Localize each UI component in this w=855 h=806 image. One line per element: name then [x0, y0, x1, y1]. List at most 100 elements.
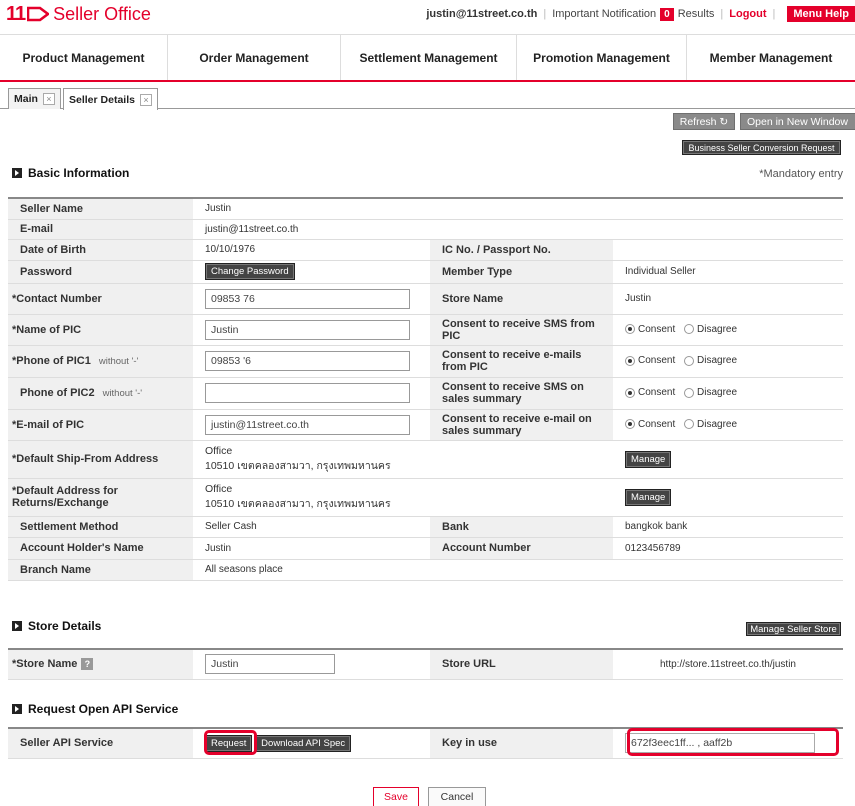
member-type-label: Member Type	[430, 260, 613, 284]
store-name-input[interactable]: Justin	[205, 654, 335, 675]
save-button[interactable]: Save	[373, 787, 419, 806]
tab-bar: Main × Seller Details ×	[0, 88, 855, 110]
seller-office-logo[interactable]: 11 Seller Office	[6, 4, 151, 24]
nav-product-management[interactable]: Product Management	[0, 35, 168, 80]
notification-count-badge[interactable]: 0	[660, 7, 674, 21]
contact-number-input[interactable]: 09853 76	[205, 288, 410, 309]
ship-address-line1: Office	[205, 445, 233, 457]
key-in-use-label: Key in use	[430, 728, 613, 759]
disagree-radio[interactable]	[684, 355, 695, 366]
disagree-radio[interactable]	[684, 419, 695, 430]
pic-email-label: *E-mail of PIC	[8, 409, 193, 441]
refresh-button[interactable]: Refresh ↻	[673, 113, 735, 130]
table-row: *Phone of PIC1 without '-' 09853 '6 Conse…	[8, 345, 843, 378]
seller-name-label: Seller Name	[8, 198, 193, 220]
ship-address-line2: 10510 เขตคลองสามวา, กรุงเทพมหานคร	[205, 460, 391, 472]
important-notification-link[interactable]: Important Notification	[552, 8, 656, 20]
member-type-value: Individual Seller	[613, 260, 843, 284]
store-url-label: Store URL	[430, 649, 613, 680]
ship-address-value: Office 10510 เขตคลองสามวา, กรุงเทพมหานคร	[193, 440, 613, 479]
bank-label: Bank	[430, 516, 613, 538]
consent-label: Consent	[638, 418, 676, 430]
logo-text: Seller Office	[53, 4, 151, 24]
table-row: Password Change Password Member Type Ind…	[8, 260, 843, 284]
manage-seller-store-button[interactable]: Manage Seller Store	[746, 622, 841, 636]
logo-arrow-icon	[27, 6, 50, 22]
sms-pic-consent-label: Consent to receive SMS from PIC	[430, 314, 613, 346]
pic-email-input[interactable]: justin@11street.co.th	[205, 414, 410, 435]
return-address-line2: 10510 เขตคลองสามวา, กรุงเทพมหานคร	[205, 498, 391, 510]
store-name-label: Store Name	[430, 283, 613, 315]
password-label: Password	[8, 260, 193, 284]
open-api-heading: Request Open API Service	[12, 702, 178, 716]
menu-help-button[interactable]: Menu Help	[787, 6, 855, 22]
close-tab-icon[interactable]: ×	[139, 93, 152, 106]
table-row: Phone of PIC2 without '-' Consent to rece…	[8, 377, 843, 410]
manage-return-address-button[interactable]: Manage	[625, 488, 672, 506]
disagree-radio[interactable]	[684, 324, 695, 335]
business-seller-conversion-button[interactable]: Business Seller Conversion Request	[682, 140, 841, 155]
tab-seller-details[interactable]: Seller Details ×	[63, 88, 158, 110]
disagree-radio[interactable]	[684, 387, 695, 398]
nav-member-management[interactable]: Member Management	[687, 35, 855, 80]
cancel-button[interactable]: Cancel	[428, 787, 486, 806]
ic-passport-value	[613, 239, 843, 261]
consent-radio[interactable]	[625, 419, 635, 430]
mandatory-note: *Mandatory entry	[759, 168, 843, 180]
divider: |	[543, 8, 547, 20]
key-highlight-box	[627, 728, 839, 756]
account-holder-value: Justin	[193, 537, 430, 560]
email-label: E-mail	[8, 219, 193, 240]
pic-phone2-label-text: Phone of PIC2	[20, 387, 95, 399]
return-address-line1: Office	[205, 483, 233, 495]
section-title-text: Store Details	[28, 619, 102, 633]
consent-radio[interactable]	[625, 324, 635, 335]
change-password-button[interactable]: Change Password	[205, 263, 295, 280]
branch-name-value: All seasons place	[193, 559, 843, 581]
store-url-value: http://store.11street.co.th/justin	[613, 649, 843, 680]
dob-value: 10/10/1976	[193, 239, 430, 261]
help-icon[interactable]: ?	[81, 658, 94, 671]
open-new-window-button[interactable]: Open in New Window	[740, 113, 855, 130]
section-bullet-icon	[12, 168, 22, 178]
bank-value: bangkok bank	[613, 516, 843, 538]
pic-phone2-input[interactable]	[205, 383, 410, 403]
table-row: *Name of PIC Justin Consent to receive S…	[8, 314, 843, 346]
consent-radio[interactable]	[625, 387, 635, 398]
table-row: *E-mail of PIC justin@11street.co.th Con…	[8, 409, 843, 441]
close-tab-icon[interactable]: ×	[42, 93, 55, 105]
store-details-table: *Store Name? Justin Store URL http://sto…	[8, 648, 843, 680]
settlement-method-value: Seller Cash	[193, 516, 430, 538]
divider: |	[720, 8, 724, 20]
section-title-text: Basic Information	[28, 166, 130, 180]
pic-phone1-input[interactable]: 09853 '6	[205, 351, 410, 371]
consent-label: Consent	[638, 387, 676, 399]
table-row: Branch Name All seasons place	[8, 559, 843, 581]
tab-main[interactable]: Main ×	[8, 88, 61, 109]
logout-link[interactable]: Logout	[729, 8, 766, 20]
account-number-label: Account Number	[430, 537, 613, 560]
email-value: justin@11street.co.th	[193, 219, 843, 240]
nav-order-management[interactable]: Order Management	[168, 35, 341, 80]
ship-address-label: *Default Ship-From Address	[8, 440, 193, 479]
main-nav: Product Management Order Management Sett…	[0, 34, 855, 82]
disagree-label: Disagree	[697, 418, 738, 430]
settlement-method-label: Settlement Method	[8, 516, 193, 538]
consent-label: Consent	[638, 323, 676, 335]
nav-promotion-management[interactable]: Promotion Management	[517, 35, 687, 80]
download-api-spec-button[interactable]: Download API Spec	[255, 734, 352, 752]
nav-settlement-management[interactable]: Settlement Management	[341, 35, 517, 80]
seller-api-service-label: Seller API Service	[8, 728, 193, 759]
sms-sales-consent-label: Consent to receive SMS on sales summary	[430, 377, 613, 410]
ic-passport-label: IC No. / Passport No.	[430, 239, 613, 261]
consent-radio[interactable]	[625, 355, 635, 366]
request-highlight-box	[204, 730, 257, 755]
pic-name-input[interactable]: Justin	[205, 319, 410, 340]
store-name-value: Justin	[613, 283, 843, 315]
results-link[interactable]: Results	[678, 8, 715, 20]
return-address-value: Office 10510 เขตคลองสามวา, กรุงเทพมหานคร	[193, 478, 613, 517]
account-number-value: 0123456789	[613, 537, 843, 560]
manage-ship-address-button[interactable]: Manage	[625, 450, 672, 468]
disagree-label: Disagree	[697, 355, 738, 367]
email-sales-consent-label: Consent to receive e-mail on sales summa…	[430, 409, 613, 441]
